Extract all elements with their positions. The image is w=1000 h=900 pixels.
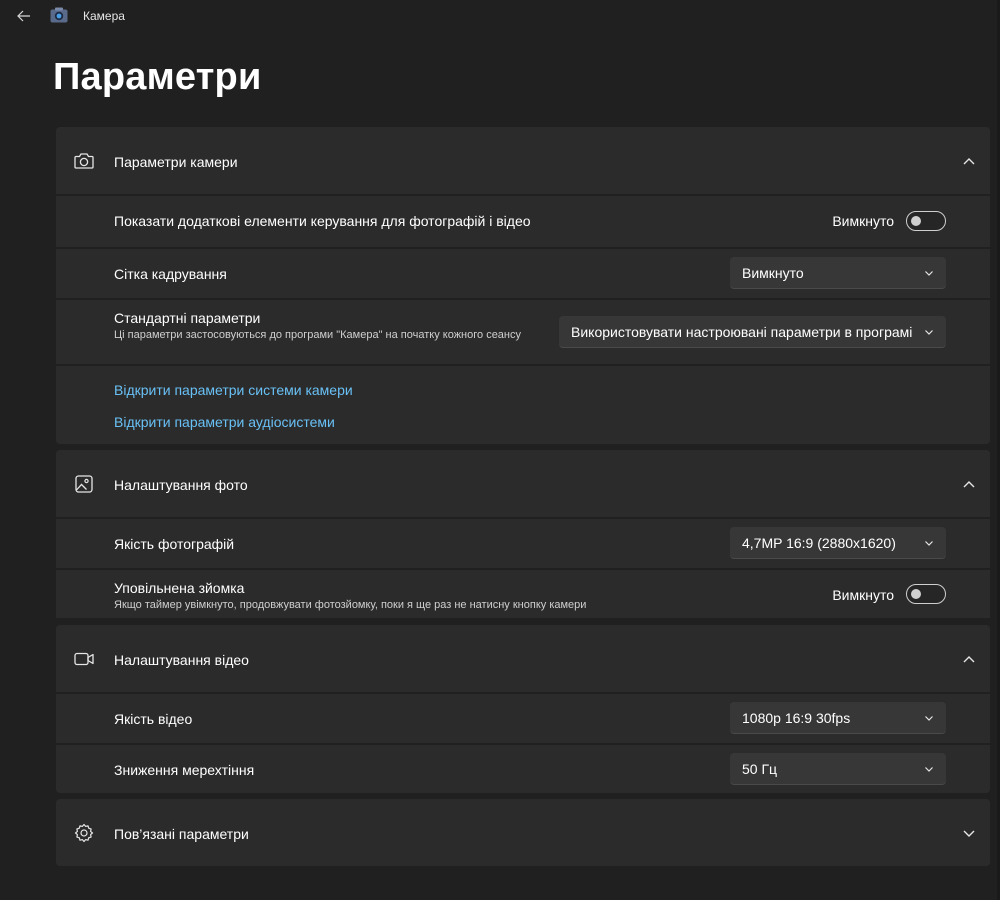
- chevron-up-icon: [963, 656, 975, 663]
- photo-quality-value: 4,7MP 16:9 (2880x1620): [742, 535, 896, 551]
- video-quality-dropdown[interactable]: 1080p 16:9 30fps: [730, 702, 946, 734]
- photo-settings-header[interactable]: Налаштування фото: [56, 450, 990, 517]
- time-lapse-description: Якщо таймер увімкнуто, продовжувати фото…: [114, 599, 587, 611]
- default-settings-value: Використовувати настроювані параметри в …: [571, 324, 913, 340]
- default-settings-row: Стандартні параметри Ці параметри застос…: [56, 300, 990, 364]
- video-camera-icon: [74, 652, 94, 666]
- framing-grid-value: Вимкнуто: [742, 265, 804, 281]
- toggle-knob: [911, 589, 921, 599]
- framing-grid-dropdown[interactable]: Вимкнуто: [730, 257, 946, 289]
- chevron-up-icon: [963, 481, 975, 488]
- extra-controls-row: Показати додаткові елементи керування дл…: [56, 196, 990, 247]
- back-arrow-icon: [17, 10, 30, 22]
- chevron-down-icon: [963, 830, 975, 837]
- flicker-reduction-label: Зниження мерехтіння: [114, 762, 255, 778]
- flicker-reduction-row: Зниження мерехтіння 50 Гц: [56, 745, 990, 793]
- photo-quality-dropdown[interactable]: 4,7MP 16:9 (2880x1620): [730, 527, 946, 559]
- video-quality-value: 1080p 16:9 30fps: [742, 710, 851, 726]
- video-settings-title: Налаштування відео: [114, 652, 249, 668]
- video-settings-header[interactable]: Налаштування відео: [56, 625, 990, 692]
- open-camera-system-settings-link[interactable]: Відкрити параметри системи камери: [114, 382, 353, 398]
- photo-settings-title: Налаштування фото: [114, 477, 248, 493]
- extra-controls-toggle[interactable]: [906, 211, 946, 231]
- photo-settings-section: Налаштування фото Якість фотографій 4,7M…: [56, 450, 990, 618]
- camera-settings-title: Параметри камери: [114, 154, 238, 170]
- title-bar: Камера: [0, 0, 1000, 32]
- video-quality-label: Якість відео: [114, 711, 193, 727]
- framing-grid-label: Сітка кадрування: [114, 266, 227, 282]
- chevron-down-icon: [925, 330, 933, 335]
- chevron-down-icon: [925, 767, 933, 772]
- chevron-down-icon: [925, 541, 933, 546]
- video-quality-row: Якість відео 1080p 16:9 30fps: [56, 694, 990, 743]
- time-lapse-row: Уповільнена зйомка Якщо таймер увімкнуто…: [56, 570, 990, 618]
- camera-settings-header[interactable]: Параметри камери: [56, 127, 990, 194]
- related-settings-title: Пов’язані параметри: [114, 826, 249, 842]
- gear-icon: [74, 823, 94, 843]
- chevron-up-icon: [963, 158, 975, 165]
- camera-settings-section: Параметри камери Показати додаткові елем…: [56, 127, 990, 444]
- toggle-knob: [911, 216, 921, 226]
- default-settings-label: Стандартні параметри: [114, 310, 261, 326]
- app-title: Камера: [83, 9, 125, 23]
- links-row: Відкрити параметри системи камери Відкри…: [56, 366, 990, 444]
- back-button[interactable]: [12, 4, 36, 28]
- chevron-down-icon: [925, 716, 933, 721]
- image-icon: [75, 475, 93, 493]
- time-lapse-toggle[interactable]: [906, 584, 946, 604]
- related-settings-section: Пов’язані параметри: [56, 799, 990, 866]
- camera-app-icon: [50, 7, 68, 23]
- extra-controls-label: Показати додаткові елементи керування дл…: [114, 213, 531, 229]
- flicker-reduction-value: 50 Гц: [742, 761, 778, 777]
- related-settings-header[interactable]: Пов’язані параметри: [56, 799, 990, 866]
- default-settings-dropdown[interactable]: Використовувати настроювані параметри в …: [559, 316, 946, 348]
- flicker-reduction-dropdown[interactable]: 50 Гц: [730, 753, 946, 785]
- open-audio-system-settings-link[interactable]: Відкрити параметри аудіосистеми: [114, 414, 335, 430]
- chevron-down-icon: [925, 271, 933, 276]
- extra-controls-state: Вимкнуто: [832, 213, 894, 229]
- photo-quality-label: Якість фотографій: [114, 536, 235, 552]
- framing-grid-row: Сітка кадрування Вимкнуто: [56, 249, 990, 298]
- camera-icon: [74, 153, 94, 169]
- video-settings-section: Налаштування відео Якість відео 1080p 16…: [56, 625, 990, 793]
- photo-quality-row: Якість фотографій 4,7MP 16:9 (2880x1620): [56, 519, 990, 568]
- page-title: Параметри: [53, 56, 262, 98]
- time-lapse-state: Вимкнуто: [832, 587, 894, 603]
- default-settings-description: Ці параметри застосовуються до програми …: [114, 329, 521, 341]
- time-lapse-label: Уповільнена зйомка: [114, 580, 245, 596]
